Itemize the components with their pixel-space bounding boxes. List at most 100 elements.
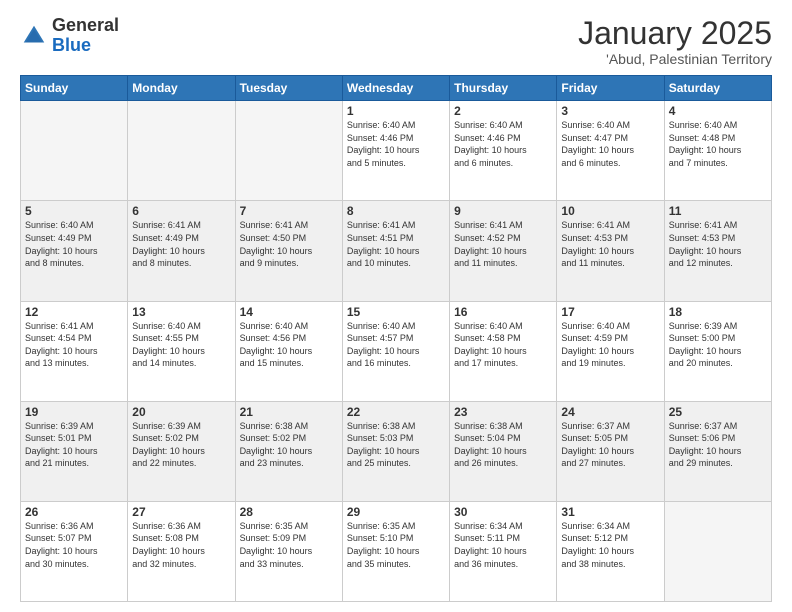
day-number: 29 xyxy=(347,505,445,519)
day-info: Sunrise: 6:41 AM Sunset: 4:53 PM Dayligh… xyxy=(669,219,767,269)
day-number: 17 xyxy=(561,305,659,319)
day-number: 27 xyxy=(132,505,230,519)
day-info: Sunrise: 6:39 AM Sunset: 5:00 PM Dayligh… xyxy=(669,320,767,370)
day-cell: 4Sunrise: 6:40 AM Sunset: 4:48 PM Daylig… xyxy=(664,101,771,201)
main-title: January 2025 xyxy=(578,16,772,51)
day-cell: 12Sunrise: 6:41 AM Sunset: 4:54 PM Dayli… xyxy=(21,301,128,401)
day-number: 3 xyxy=(561,104,659,118)
day-number: 1 xyxy=(347,104,445,118)
day-number: 10 xyxy=(561,204,659,218)
day-cell: 20Sunrise: 6:39 AM Sunset: 5:02 PM Dayli… xyxy=(128,401,235,501)
week-row-4: 19Sunrise: 6:39 AM Sunset: 5:01 PM Dayli… xyxy=(21,401,772,501)
week-row-2: 5Sunrise: 6:40 AM Sunset: 4:49 PM Daylig… xyxy=(21,201,772,301)
day-number: 25 xyxy=(669,405,767,419)
day-info: Sunrise: 6:40 AM Sunset: 4:48 PM Dayligh… xyxy=(669,119,767,169)
day-cell: 14Sunrise: 6:40 AM Sunset: 4:56 PM Dayli… xyxy=(235,301,342,401)
day-number: 24 xyxy=(561,405,659,419)
day-info: Sunrise: 6:35 AM Sunset: 5:09 PM Dayligh… xyxy=(240,520,338,570)
calendar-table: SundayMondayTuesdayWednesdayThursdayFrid… xyxy=(20,75,772,602)
day-cell: 27Sunrise: 6:36 AM Sunset: 5:08 PM Dayli… xyxy=(128,501,235,601)
day-info: Sunrise: 6:39 AM Sunset: 5:01 PM Dayligh… xyxy=(25,420,123,470)
day-info: Sunrise: 6:40 AM Sunset: 4:49 PM Dayligh… xyxy=(25,219,123,269)
day-number: 7 xyxy=(240,204,338,218)
day-info: Sunrise: 6:41 AM Sunset: 4:52 PM Dayligh… xyxy=(454,219,552,269)
day-cell: 2Sunrise: 6:40 AM Sunset: 4:46 PM Daylig… xyxy=(450,101,557,201)
day-cell: 31Sunrise: 6:34 AM Sunset: 5:12 PM Dayli… xyxy=(557,501,664,601)
title-block: January 2025 'Abud, Palestinian Territor… xyxy=(578,16,772,67)
page: General Blue January 2025 'Abud, Palesti… xyxy=(0,0,792,612)
day-info: Sunrise: 6:41 AM Sunset: 4:54 PM Dayligh… xyxy=(25,320,123,370)
day-number: 8 xyxy=(347,204,445,218)
day-info: Sunrise: 6:38 AM Sunset: 5:03 PM Dayligh… xyxy=(347,420,445,470)
day-header-monday: Monday xyxy=(128,76,235,101)
day-number: 13 xyxy=(132,305,230,319)
day-number: 2 xyxy=(454,104,552,118)
week-row-5: 26Sunrise: 6:36 AM Sunset: 5:07 PM Dayli… xyxy=(21,501,772,601)
day-info: Sunrise: 6:36 AM Sunset: 5:07 PM Dayligh… xyxy=(25,520,123,570)
day-info: Sunrise: 6:41 AM Sunset: 4:51 PM Dayligh… xyxy=(347,219,445,269)
day-number: 28 xyxy=(240,505,338,519)
day-number: 6 xyxy=(132,204,230,218)
logo-blue-text: Blue xyxy=(52,35,91,55)
day-header-tuesday: Tuesday xyxy=(235,76,342,101)
day-cell: 26Sunrise: 6:36 AM Sunset: 5:07 PM Dayli… xyxy=(21,501,128,601)
day-cell: 1Sunrise: 6:40 AM Sunset: 4:46 PM Daylig… xyxy=(342,101,449,201)
day-cell: 10Sunrise: 6:41 AM Sunset: 4:53 PM Dayli… xyxy=(557,201,664,301)
day-cell xyxy=(235,101,342,201)
day-info: Sunrise: 6:40 AM Sunset: 4:46 PM Dayligh… xyxy=(347,119,445,169)
day-cell: 11Sunrise: 6:41 AM Sunset: 4:53 PM Dayli… xyxy=(664,201,771,301)
day-info: Sunrise: 6:40 AM Sunset: 4:55 PM Dayligh… xyxy=(132,320,230,370)
calendar-body: 1Sunrise: 6:40 AM Sunset: 4:46 PM Daylig… xyxy=(21,101,772,602)
day-cell: 29Sunrise: 6:35 AM Sunset: 5:10 PM Dayli… xyxy=(342,501,449,601)
day-header-sunday: Sunday xyxy=(21,76,128,101)
day-info: Sunrise: 6:37 AM Sunset: 5:05 PM Dayligh… xyxy=(561,420,659,470)
day-info: Sunrise: 6:40 AM Sunset: 4:59 PM Dayligh… xyxy=(561,320,659,370)
day-number: 4 xyxy=(669,104,767,118)
day-info: Sunrise: 6:40 AM Sunset: 4:47 PM Dayligh… xyxy=(561,119,659,169)
day-cell: 3Sunrise: 6:40 AM Sunset: 4:47 PM Daylig… xyxy=(557,101,664,201)
day-number: 30 xyxy=(454,505,552,519)
day-header-saturday: Saturday xyxy=(664,76,771,101)
day-header-thursday: Thursday xyxy=(450,76,557,101)
day-number: 14 xyxy=(240,305,338,319)
day-cell: 28Sunrise: 6:35 AM Sunset: 5:09 PM Dayli… xyxy=(235,501,342,601)
day-info: Sunrise: 6:40 AM Sunset: 4:57 PM Dayligh… xyxy=(347,320,445,370)
logo-text: General Blue xyxy=(52,16,119,56)
day-cell: 25Sunrise: 6:37 AM Sunset: 5:06 PM Dayli… xyxy=(664,401,771,501)
day-cell: 9Sunrise: 6:41 AM Sunset: 4:52 PM Daylig… xyxy=(450,201,557,301)
day-cell: 13Sunrise: 6:40 AM Sunset: 4:55 PM Dayli… xyxy=(128,301,235,401)
day-cell: 6Sunrise: 6:41 AM Sunset: 4:49 PM Daylig… xyxy=(128,201,235,301)
day-cell: 21Sunrise: 6:38 AM Sunset: 5:02 PM Dayli… xyxy=(235,401,342,501)
day-cell: 19Sunrise: 6:39 AM Sunset: 5:01 PM Dayli… xyxy=(21,401,128,501)
day-cell: 7Sunrise: 6:41 AM Sunset: 4:50 PM Daylig… xyxy=(235,201,342,301)
day-cell: 22Sunrise: 6:38 AM Sunset: 5:03 PM Dayli… xyxy=(342,401,449,501)
day-cell: 15Sunrise: 6:40 AM Sunset: 4:57 PM Dayli… xyxy=(342,301,449,401)
week-row-1: 1Sunrise: 6:40 AM Sunset: 4:46 PM Daylig… xyxy=(21,101,772,201)
header-row: SundayMondayTuesdayWednesdayThursdayFrid… xyxy=(21,76,772,101)
day-cell xyxy=(664,501,771,601)
logo-general-text: General xyxy=(52,15,119,35)
day-info: Sunrise: 6:40 AM Sunset: 4:46 PM Dayligh… xyxy=(454,119,552,169)
header: General Blue January 2025 'Abud, Palesti… xyxy=(20,16,772,67)
day-cell: 30Sunrise: 6:34 AM Sunset: 5:11 PM Dayli… xyxy=(450,501,557,601)
day-cell: 17Sunrise: 6:40 AM Sunset: 4:59 PM Dayli… xyxy=(557,301,664,401)
day-info: Sunrise: 6:41 AM Sunset: 4:53 PM Dayligh… xyxy=(561,219,659,269)
day-info: Sunrise: 6:40 AM Sunset: 4:58 PM Dayligh… xyxy=(454,320,552,370)
day-info: Sunrise: 6:38 AM Sunset: 5:04 PM Dayligh… xyxy=(454,420,552,470)
day-number: 23 xyxy=(454,405,552,419)
day-number: 21 xyxy=(240,405,338,419)
calendar-header: SundayMondayTuesdayWednesdayThursdayFrid… xyxy=(21,76,772,101)
day-number: 12 xyxy=(25,305,123,319)
day-number: 15 xyxy=(347,305,445,319)
day-cell: 8Sunrise: 6:41 AM Sunset: 4:51 PM Daylig… xyxy=(342,201,449,301)
day-number: 31 xyxy=(561,505,659,519)
day-cell: 16Sunrise: 6:40 AM Sunset: 4:58 PM Dayli… xyxy=(450,301,557,401)
day-cell xyxy=(21,101,128,201)
day-number: 18 xyxy=(669,305,767,319)
day-info: Sunrise: 6:38 AM Sunset: 5:02 PM Dayligh… xyxy=(240,420,338,470)
day-header-wednesday: Wednesday xyxy=(342,76,449,101)
day-number: 9 xyxy=(454,204,552,218)
day-info: Sunrise: 6:34 AM Sunset: 5:12 PM Dayligh… xyxy=(561,520,659,570)
day-cell: 5Sunrise: 6:40 AM Sunset: 4:49 PM Daylig… xyxy=(21,201,128,301)
day-number: 5 xyxy=(25,204,123,218)
